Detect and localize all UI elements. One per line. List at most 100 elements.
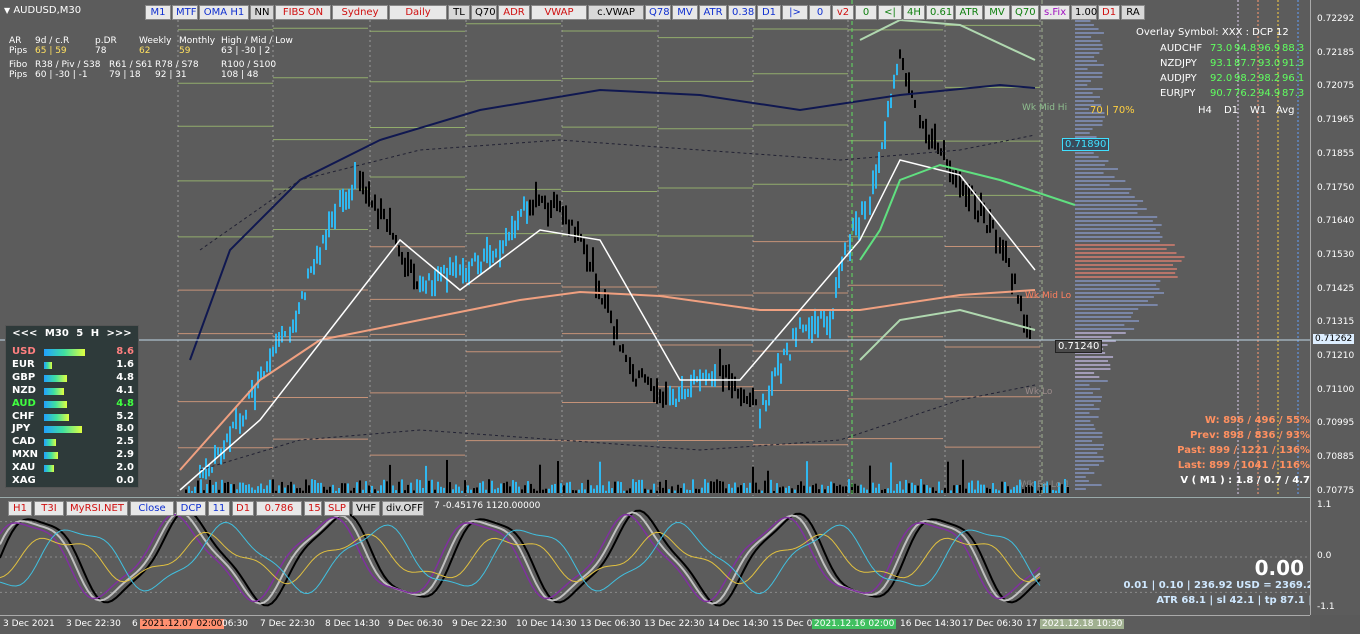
toolbar-button-4[interactable]: FIBS ON xyxy=(275,5,331,20)
toolbar-button-14[interactable]: ATR xyxy=(699,5,727,20)
volume-bar xyxy=(863,487,865,493)
toolbar-button-7[interactable]: TL xyxy=(448,5,470,20)
toolbar-button-24[interactable]: ATR xyxy=(955,5,983,20)
toolbar-button-5[interactable]: Sydney xyxy=(332,5,388,20)
time-label: 8 Dec 14:30 xyxy=(325,619,380,629)
main-price-chart[interactable]: ▼ AUDUSD,M30 M1 MTF OMA H1 NN FIBS ON Sydney D… xyxy=(0,0,1310,496)
oscillator-subchart[interactable]: H1 T3I MyRSI.NET Close DCP 11 D1 0.786 15 SLP VHF d… xyxy=(0,497,1310,615)
sub-toolbar-button-5[interactable]: 11 xyxy=(208,501,230,516)
toolbar-button-25[interactable]: MV xyxy=(984,5,1010,20)
volume-bar xyxy=(980,484,982,493)
volume-bar xyxy=(275,490,277,493)
stat-past: Past: 899 / 1221 / 136% xyxy=(1177,445,1310,456)
toolbar-button-9[interactable]: ADR xyxy=(498,5,530,20)
sub-toolbar-button-2[interactable]: MyRSI.NET xyxy=(66,501,128,516)
info-row2-5: 63 | -30 | 2 xyxy=(221,46,271,56)
sub-toolbar-button-6[interactable]: D1 xyxy=(232,501,254,516)
volume-bar xyxy=(302,490,304,493)
sub-toolbar-button-0[interactable]: H1 xyxy=(8,501,32,516)
volume-bar xyxy=(440,486,442,493)
sub-toolbar-button-9[interactable]: SLP xyxy=(324,501,350,516)
volume-bar xyxy=(578,489,580,493)
volume-bar xyxy=(815,483,817,493)
volume-bar xyxy=(536,490,538,493)
volume-bar xyxy=(806,461,808,493)
sub-toolbar-button-3[interactable]: Close xyxy=(130,501,174,516)
volume-bar xyxy=(701,487,703,493)
volume-profile-bar xyxy=(1075,332,1126,334)
volume-bar xyxy=(596,485,598,493)
volume-bar xyxy=(254,489,256,493)
volume-bar xyxy=(953,485,955,493)
toolbar-button-26[interactable]: Q70 xyxy=(1011,5,1039,20)
toolbar-button-10[interactable]: VWAP xyxy=(531,5,587,20)
volume-bar xyxy=(956,485,958,493)
toolbar-button-13[interactable]: MV xyxy=(672,5,698,20)
toolbar-button-23[interactable]: 0.61 xyxy=(926,5,954,20)
volume-bar xyxy=(848,479,850,493)
toolbar-button-18[interactable]: 0 xyxy=(809,5,831,20)
volume-profile-bar xyxy=(1075,168,1118,170)
toolbar-button-12[interactable]: Q78 xyxy=(645,5,671,20)
volume-bar xyxy=(551,484,553,493)
strength-currency: MXN xyxy=(12,449,39,461)
volume-bar xyxy=(620,482,622,493)
volume-bar xyxy=(893,490,895,493)
info-row4-4: 108 | 48 xyxy=(221,70,259,80)
strength-header[interactable]: <<< M30 5 H >>> xyxy=(6,326,138,342)
toolbar-button-16[interactable]: D1 xyxy=(757,5,781,20)
volume-bar xyxy=(704,479,706,493)
info-row4-3: 92 | 31 xyxy=(155,70,187,80)
oscillator-line xyxy=(0,509,1041,607)
volume-bar xyxy=(929,487,931,493)
toolbar-button-1[interactable]: MTF xyxy=(172,5,198,20)
sub-toolbar-button-11[interactable]: div.OFF xyxy=(382,501,424,516)
toolbar-button-8[interactable]: Q70 xyxy=(471,5,497,20)
toolbar-button-27[interactable]: s.Fix xyxy=(1040,5,1070,20)
volume-bar xyxy=(542,489,544,493)
volume-bar xyxy=(914,485,916,493)
toolbar-button-2[interactable]: OMA H1 xyxy=(199,5,249,20)
overlay-value: 94.9 xyxy=(1258,88,1281,99)
volume-bar xyxy=(425,465,427,493)
volume-bar xyxy=(305,479,307,493)
sub-toolbar-button-1[interactable]: T3I xyxy=(34,501,64,516)
volume-bar xyxy=(725,488,727,493)
volume-profile-bar xyxy=(1075,156,1099,158)
toolbar-button-11[interactable]: c.VWAP xyxy=(588,5,644,20)
sub-toolbar-button-10[interactable]: VHF xyxy=(352,501,380,516)
toolbar-button-21[interactable]: <| xyxy=(878,5,902,20)
volume-bar xyxy=(515,481,517,493)
volume-bar xyxy=(833,483,835,493)
toolbar-button-15[interactable]: 0.38 xyxy=(728,5,756,20)
volume-bar xyxy=(377,490,379,493)
time-label: 9 Dec 22:30 xyxy=(452,619,507,629)
volume-bar xyxy=(260,483,262,493)
price-tick: 0.71855 xyxy=(1317,148,1355,159)
volume-bar xyxy=(479,482,481,493)
sub-toolbar-button-8[interactable]: 15 xyxy=(304,501,322,516)
toolbar-button-3[interactable]: NN xyxy=(250,5,274,20)
strength-value: 8.6 xyxy=(116,346,134,357)
price-axis[interactable]: 0.72292 0.72185 0.72075 0.71965 0.71855 0.717… xyxy=(1310,0,1360,615)
volume-bar xyxy=(233,484,235,493)
time-axis[interactable]: 3 Dec 2021 3 Dec 22:30 6 2021.12.07 02:00 06… xyxy=(0,615,1310,634)
toolbar-button-6[interactable]: Daily xyxy=(389,5,447,20)
toolbar-button-22[interactable]: 4H xyxy=(903,5,925,20)
sub-toolbar-button-4[interactable]: DCP xyxy=(176,501,206,516)
strength-currency: CAD xyxy=(12,436,36,448)
info-row1-2: p.DR xyxy=(95,36,117,46)
toolbar-button-20[interactable]: 0 xyxy=(855,5,877,20)
toolbar-button-30[interactable]: RA xyxy=(1121,5,1145,20)
volume-bar xyxy=(854,483,856,493)
toolbar-button-0[interactable]: M1 xyxy=(145,5,171,20)
toolbar-button-29[interactable]: D1 xyxy=(1098,5,1120,20)
toolbar-button-19[interactable]: v2 xyxy=(832,5,854,20)
toolbar-button-28[interactable]: 1.00 xyxy=(1071,5,1097,20)
price-tick: 0.71425 xyxy=(1317,283,1355,294)
upper-price-label: 0.71890 xyxy=(1062,138,1110,151)
price-tick: 0.71965 xyxy=(1317,115,1355,126)
sub-toolbar-button-7[interactable]: 0.786 xyxy=(256,501,302,516)
toolbar-button-17[interactable]: |> xyxy=(782,5,808,20)
strength-bar xyxy=(44,426,83,434)
